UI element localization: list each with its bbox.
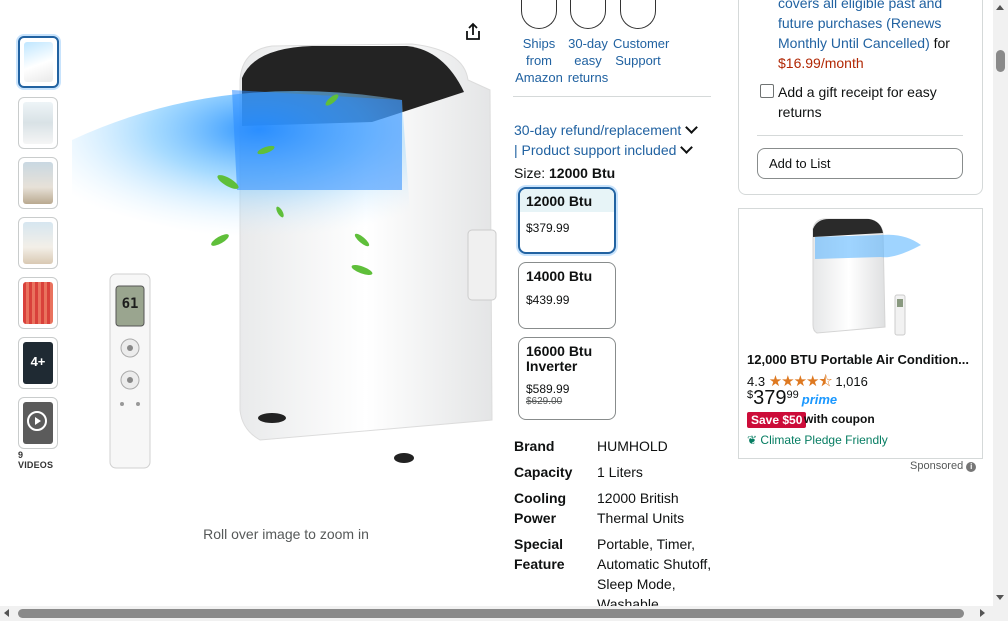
easy-returns-label: 30-day easy returns bbox=[567, 36, 609, 85]
ships-from-amazon[interactable]: Ships from Amazon bbox=[513, 0, 565, 86]
ad-review-count: 1,016 bbox=[835, 374, 868, 389]
size-label: Size: bbox=[514, 165, 546, 181]
prime-logo-icon: prime bbox=[801, 392, 838, 407]
size-selection: Size: 12000 Btu bbox=[514, 165, 615, 181]
vertical-scroll-thumb[interactable] bbox=[996, 50, 1005, 72]
main-product-image[interactable]: 61 bbox=[72, 30, 500, 470]
ad-title[interactable]: 12,000 BTU Portable Air Condition... bbox=[747, 352, 977, 367]
size-option-14000[interactable]: 14000 Btu $439.99 bbox=[518, 262, 616, 329]
size-option-12000[interactable]: 12000 Btu $379.99 bbox=[518, 187, 616, 254]
refund-link[interactable]: 30-day refund/replacement bbox=[514, 122, 681, 138]
climate-pledge[interactable]: ❦ Climate Pledge Friendly bbox=[747, 433, 888, 447]
more-images-count: 4+ bbox=[30, 354, 46, 369]
thumbnail-5[interactable] bbox=[18, 277, 58, 329]
vertical-scrollbar[interactable] bbox=[993, 0, 1008, 606]
remote-display-value: 61 bbox=[121, 296, 139, 312]
size-selected-value: 12000 Btu bbox=[549, 165, 616, 181]
zoom-hint: Roll over image to zoom in bbox=[203, 526, 369, 542]
save-badge: Save $50 bbox=[747, 412, 807, 428]
spec-value: 1 Liters bbox=[597, 464, 643, 480]
scroll-down-arrow-icon[interactable] bbox=[996, 595, 1004, 600]
sponsored-ad-card[interactable]: 12,000 BTU Portable Air Condition... 4.3… bbox=[738, 208, 983, 459]
thumbnail-1[interactable] bbox=[18, 36, 59, 88]
climate-pledge-label: Climate Pledge Friendly bbox=[760, 433, 888, 447]
gift-receipt-label[interactable]: Add a gift receipt for easy returns bbox=[778, 82, 968, 122]
subscription-line[interactable]: covers all eligible past and bbox=[778, 0, 978, 13]
ships-from-amazon-label: Ships from Amazon bbox=[515, 36, 563, 85]
add-to-list-button[interactable]: Add to List bbox=[757, 148, 963, 179]
thumbnail-more[interactable]: 4+ bbox=[18, 337, 58, 389]
videos-count-label[interactable]: 9 VIDEOS bbox=[18, 450, 60, 470]
chevron-down-icon[interactable] bbox=[685, 121, 699, 134]
subscription-line[interactable]: Monthly Until Cancelled) bbox=[778, 35, 930, 51]
ad-price-symbol: $ bbox=[747, 389, 754, 401]
coupon-label: with coupon bbox=[804, 412, 875, 426]
spec-key: Special Feature bbox=[514, 536, 565, 572]
easy-returns[interactable]: 30-day easy returns bbox=[563, 0, 613, 86]
size-option-price: $379.99 bbox=[526, 221, 570, 235]
chevron-down-icon[interactable] bbox=[680, 141, 694, 154]
truck-icon bbox=[521, 0, 557, 29]
thumbnail-3[interactable] bbox=[18, 157, 58, 209]
box-return-icon bbox=[570, 0, 606, 29]
spec-value: Portable, Timer, Automatic Shutoff, Slee… bbox=[597, 536, 712, 606]
size-option-name: 16000 Btu Inverter bbox=[526, 343, 593, 374]
ad-price-whole: 379 bbox=[753, 387, 787, 409]
size-option-list-price: $629.00 bbox=[526, 396, 563, 407]
thumbnail-4[interactable] bbox=[18, 217, 58, 269]
spec-key: Cooling Power bbox=[514, 490, 567, 526]
support-link[interactable]: | Product support included bbox=[514, 142, 676, 158]
divider bbox=[513, 96, 711, 97]
size-option-price: $439.99 bbox=[526, 293, 570, 307]
ad-price: $37999 prime bbox=[747, 387, 837, 410]
delivery-icons-row: Ships from Amazon 30-day easy returns Cu… bbox=[513, 0, 711, 97]
refund-policy[interactable]: 30-day refund/replacement | Product supp… bbox=[514, 120, 714, 160]
horizontal-scroll-thumb[interactable] bbox=[18, 609, 964, 618]
leaf-icon: ❦ bbox=[747, 433, 758, 447]
size-option-16000-inverter[interactable]: 16000 Btu Inverter $589.99 $629.00 bbox=[518, 337, 616, 420]
spec-value: 12000 British Thermal Units bbox=[597, 490, 685, 526]
spec-key: Capacity bbox=[514, 464, 573, 480]
customer-support[interactable]: Customer Support bbox=[613, 0, 669, 69]
size-option-price: $589.99 bbox=[526, 382, 570, 396]
divider bbox=[757, 135, 963, 136]
gift-receipt-checkbox[interactable] bbox=[760, 84, 774, 98]
spec-value: HUMHOLD bbox=[597, 438, 668, 454]
spec-key: Brand bbox=[514, 438, 555, 454]
spec-row: Special Feature Portable, Timer, Automat… bbox=[514, 534, 714, 606]
ad-product-image[interactable] bbox=[795, 215, 925, 339]
thumbnail-2[interactable] bbox=[18, 97, 58, 149]
scroll-right-arrow-icon[interactable] bbox=[980, 609, 985, 617]
scroll-up-arrow-icon[interactable] bbox=[996, 5, 1004, 10]
size-option-name: 12000 Btu bbox=[520, 189, 614, 212]
play-icon bbox=[27, 411, 47, 431]
info-icon[interactable]: i bbox=[966, 462, 977, 472]
subscription-text: covers all eligible past and future purc… bbox=[778, 0, 978, 73]
customer-support-label: Customer Support bbox=[613, 36, 670, 68]
horizontal-scrollbar[interactable] bbox=[0, 606, 1008, 621]
sponsored-text: Sponsored bbox=[910, 460, 964, 472]
thumbnail-video[interactable] bbox=[18, 397, 58, 449]
ad-price-fraction: 99 bbox=[786, 389, 799, 401]
sponsored-label[interactable]: Sponsored i bbox=[910, 460, 977, 472]
scroll-left-arrow-icon[interactable] bbox=[4, 609, 9, 617]
headset-icon bbox=[620, 0, 656, 29]
size-option-name: 14000 Btu bbox=[526, 268, 593, 284]
subscription-line[interactable]: future purchases (Renews bbox=[778, 13, 978, 33]
subscription-for: for bbox=[933, 35, 950, 51]
subscription-price: $16.99/month bbox=[778, 55, 864, 71]
